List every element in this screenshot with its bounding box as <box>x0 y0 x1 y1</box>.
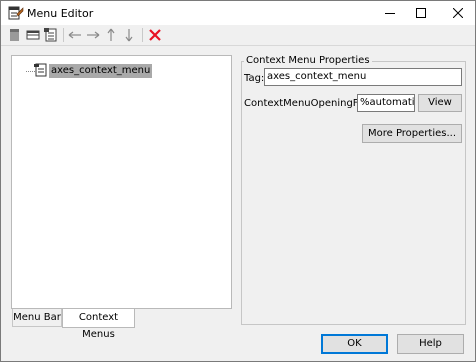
delete-icon[interactable] <box>147 27 163 43</box>
view-button[interactable]: View <box>418 94 462 112</box>
minimize-button[interactable] <box>373 1 407 25</box>
tag-field[interactable]: axes_context_menu <box>264 68 462 86</box>
more-properties-button[interactable]: More Properties... <box>362 124 462 143</box>
ok-button[interactable]: OK <box>321 334 388 354</box>
menu-tree[interactable]: axes_context_menu <box>11 55 232 309</box>
tab-context-menus[interactable]: Context Menus <box>62 309 135 340</box>
new-context-menu-icon[interactable] <box>43 27 59 43</box>
tree-item-axes-context-menu[interactable]: axes_context_menu <box>49 64 153 78</box>
move-right-icon[interactable] <box>85 27 101 43</box>
new-menu-icon[interactable] <box>7 27 23 43</box>
new-menu-item-icon[interactable] <box>25 27 41 43</box>
move-up-icon[interactable] <box>103 27 119 43</box>
toolbar-divider <box>1 45 475 46</box>
close-icon <box>453 8 463 18</box>
properties-group-title: Context Menu Properties <box>244 55 372 67</box>
toolbar-separator <box>63 28 64 42</box>
tag-label: Tag: <box>244 73 265 84</box>
maximize-icon <box>416 8 426 18</box>
title-bar: Menu Editor <box>1 1 475 25</box>
opening-fcn-field[interactable]: %automatic <box>357 94 415 112</box>
minimize-icon <box>385 8 395 18</box>
help-button[interactable]: Help <box>397 334 464 354</box>
menu-editor-icon <box>8 5 24 21</box>
tab-menu-bar[interactable]: Menu Bar <box>12 309 62 327</box>
window-title: Menu Editor <box>27 7 94 20</box>
toolbar <box>1 25 475 45</box>
menu-editor-window: Menu Editor axes_context_menu Menu Bar C… <box>0 0 476 362</box>
move-down-icon[interactable] <box>121 27 137 43</box>
toolbar-separator <box>142 28 143 42</box>
opening-fcn-label: ContextMenuOpeningFcn: <box>244 98 374 109</box>
maximize-button[interactable] <box>404 1 438 25</box>
close-button[interactable] <box>441 1 475 25</box>
context-menu-node-icon <box>34 63 48 77</box>
move-left-icon[interactable] <box>67 27 83 43</box>
